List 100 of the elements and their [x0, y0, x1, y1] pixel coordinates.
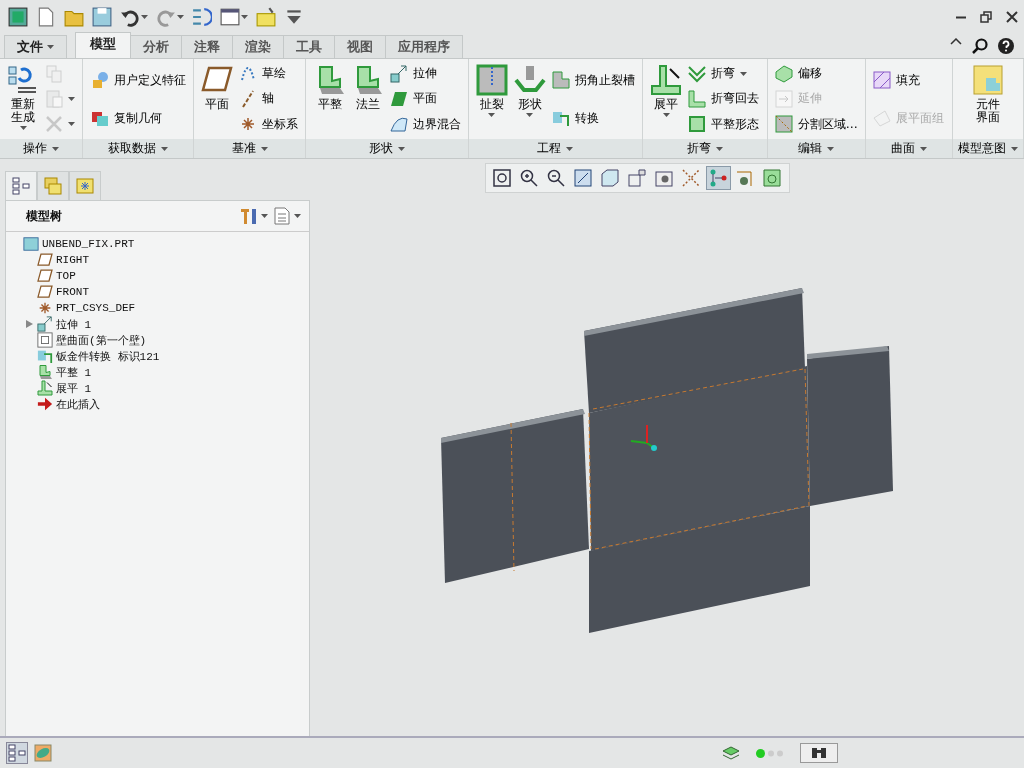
- caret-icon: [47, 45, 54, 49]
- panel-tab[interactable]: [5, 171, 37, 200]
- ribbon-tab[interactable]: 渲染: [232, 35, 284, 58]
- coordinate-system-icon: [37, 300, 53, 316]
- ribbon-button[interactable]: 平面: [387, 89, 463, 109]
- tree-item[interactable]: 壁曲面(第一个壁): [56, 332, 147, 348]
- group-menu[interactable]: 工程: [468, 139, 643, 158]
- collapse-icon[interactable]: [950, 38, 962, 45]
- find-button[interactable]: [800, 743, 838, 763]
- blend-icon: [389, 115, 408, 134]
- offset-icon: [774, 64, 793, 83]
- regenerate-icon: [192, 7, 212, 27]
- minimize-icon[interactable]: [956, 15, 966, 19]
- search-icon[interactable]: [972, 38, 988, 54]
- tree-item[interactable]: UNBEND_FIX.PRT: [42, 238, 135, 250]
- group-menu[interactable]: 形状: [306, 139, 468, 158]
- ribbon-button[interactable]: 轴: [237, 89, 301, 109]
- tree-item[interactable]: 在此插入: [56, 396, 100, 412]
- status-button[interactable]: [32, 742, 54, 764]
- help-icon[interactable]: [998, 38, 1014, 54]
- group-menu[interactable]: 模型意图: [952, 139, 1023, 158]
- flatten-quilt-icon: [873, 109, 892, 127]
- new-file-icon: [36, 7, 56, 27]
- tree-item[interactable]: 钣金件转换 标识121: [56, 348, 160, 364]
- tree-item[interactable]: PRT_CSYS_DEF: [56, 302, 136, 314]
- sheet-wall-icon: [37, 364, 53, 380]
- ribbon-button[interactable]: 平整形态: [686, 114, 762, 135]
- group-menu[interactable]: 基准: [193, 139, 306, 158]
- ribbon-tab[interactable]: 应用程序: [385, 35, 463, 58]
- fill-icon: [873, 71, 892, 89]
- ribbon-button[interactable]: 拉伸: [387, 63, 463, 84]
- extrude-icon: [389, 64, 408, 83]
- group-menu[interactable]: 折弯: [643, 139, 767, 158]
- ribbon-button[interactable]: 平整: [311, 62, 348, 136]
- caret-icon: [260, 146, 268, 151]
- ribbon-button[interactable]: 偏移: [772, 63, 860, 84]
- ribbon-button[interactable]: 折弯回去: [686, 89, 762, 109]
- ribbon-button[interactable]: 重新生成: [5, 62, 42, 136]
- tree-item[interactable]: FRONT: [56, 286, 89, 298]
- ribbon-button[interactable]: 形状: [511, 62, 548, 136]
- status-button[interactable]: [6, 742, 28, 764]
- tree-item[interactable]: 展平 1: [56, 380, 92, 396]
- surface-icon: [37, 332, 53, 348]
- ribbon-tab[interactable]: 视图: [334, 35, 386, 58]
- settings-menu[interactable]: [241, 208, 268, 224]
- tree-item[interactable]: 平整 1: [56, 364, 92, 380]
- caret-icon: [52, 146, 60, 151]
- ribbon-button[interactable]: 用户定义特征: [88, 70, 188, 90]
- ribbon-button[interactable]: 填充: [871, 70, 947, 90]
- ribbon-button[interactable]: 展平: [648, 62, 685, 136]
- ribbon-tab[interactable]: 注释: [181, 35, 233, 58]
- folders-icon: [44, 177, 62, 195]
- show-menu[interactable]: [274, 207, 301, 225]
- connector-icon: [709, 169, 727, 187]
- caret-icon: [261, 214, 268, 218]
- group-menu[interactable]: 操作: [0, 139, 83, 158]
- caret-icon: [294, 214, 301, 218]
- plane-icon: [37, 284, 53, 300]
- ribbon-button[interactable]: 转换: [549, 108, 637, 128]
- tree-item[interactable]: TOP: [56, 270, 76, 282]
- ribbon-button[interactable]: 边界混合: [387, 114, 463, 135]
- convert-icon: [551, 109, 570, 127]
- toolbar-button[interactable]: [190, 5, 214, 29]
- restore-icon[interactable]: [980, 11, 992, 23]
- close-icon[interactable]: [1006, 11, 1018, 23]
- extend-icon: [774, 90, 793, 108]
- caret-icon: [1010, 146, 1018, 151]
- ribbon-button[interactable]: 复制几何: [88, 108, 188, 128]
- zoom-in-icon: [520, 169, 538, 187]
- group-menu[interactable]: 曲面: [866, 139, 952, 158]
- caret-icon: [827, 146, 835, 151]
- window-icon: [220, 7, 240, 27]
- refit-icon: [493, 169, 511, 187]
- ribbon-button[interactable]: 坐标系: [237, 114, 301, 135]
- ribbon-button[interactable]: 平面: [199, 62, 236, 136]
- caret-icon: [488, 113, 496, 118]
- view-button[interactable]: [705, 166, 731, 190]
- caret-icon: [68, 97, 76, 101]
- corner-relief-icon: [551, 71, 570, 89]
- group-menu[interactable]: 编辑: [767, 139, 866, 158]
- ribbon-button[interactable]: 草绘: [237, 63, 301, 84]
- ribbon-tab[interactable]: 模型: [75, 32, 131, 58]
- ribbon-button[interactable]: 分割区域…: [772, 114, 860, 135]
- ribbon-button[interactable]: 扯裂: [473, 62, 510, 136]
- copy-icon: [45, 64, 64, 83]
- toolbar-button[interactable]: [6, 5, 30, 29]
- caret-icon: [19, 126, 27, 131]
- ribbon-button[interactable]: 拐角止裂槽: [549, 70, 637, 90]
- ribbon-button[interactable]: 折弯: [686, 63, 762, 84]
- ribbon-tab[interactable]: 工具: [283, 35, 335, 58]
- group-menu[interactable]: 获取数据: [83, 139, 193, 158]
- tree-item[interactable]: 拉伸 1: [56, 316, 92, 332]
- caret-icon: [141, 15, 148, 19]
- ribbon-tab[interactable]: 分析: [130, 35, 182, 58]
- ribbon-button[interactable]: 元件界面: [969, 62, 1006, 136]
- expand-arrow-icon[interactable]: [25, 320, 33, 328]
- camera-icon: [655, 169, 673, 187]
- file-menu[interactable]: 文件: [4, 35, 67, 58]
- ribbon-button[interactable]: 法兰: [349, 62, 386, 136]
- tree-item[interactable]: RIGHT: [56, 254, 89, 266]
